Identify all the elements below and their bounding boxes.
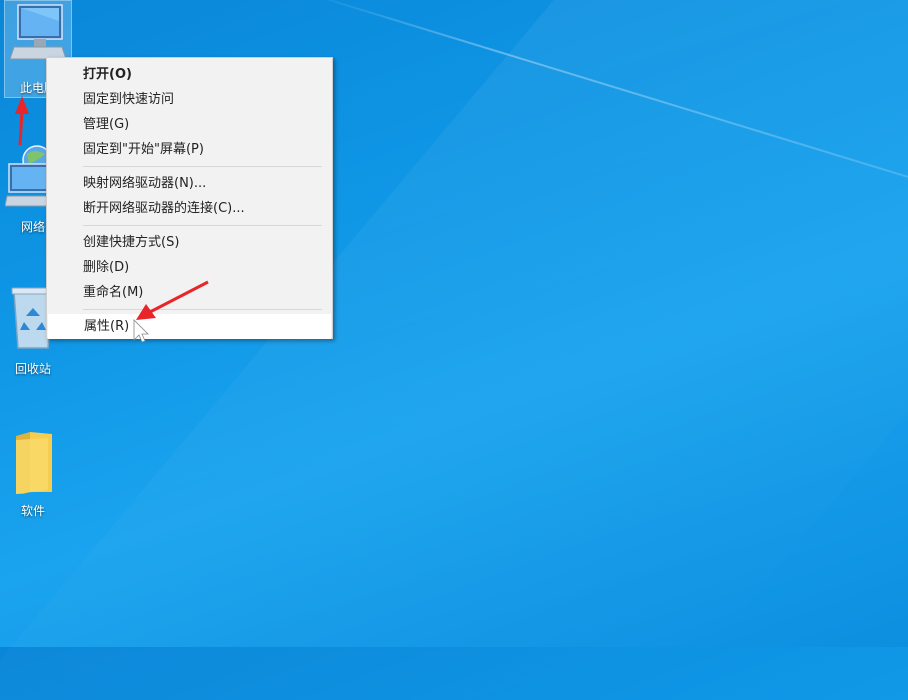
- menu-item-create-shortcut[interactable]: 创建快捷方式(S): [47, 230, 332, 255]
- annotation-arrow-up: [15, 96, 29, 146]
- desktop: 此电脑 网络 回收站 软件 打开(O) 固定到快速访问 管理(G) 固定到"开始…: [0, 0, 908, 700]
- desktop-icon-label: 回收站: [14, 362, 51, 376]
- menu-item-rename[interactable]: 重命名(M): [47, 280, 332, 305]
- menu-item-properties[interactable]: 属性(R): [48, 314, 331, 339]
- computer-icon: [9, 4, 67, 60]
- menu-separator: [83, 225, 322, 226]
- menu-separator: [83, 166, 322, 167]
- desktop-icon-software-folder[interactable]: 软件: [0, 430, 66, 519]
- desktop-icon-label: 软件: [20, 504, 45, 518]
- context-menu: 打开(O) 固定到快速访问 管理(G) 固定到"开始"屏幕(P) 映射网络驱动器…: [46, 57, 333, 339]
- menu-item-manage[interactable]: 管理(G): [47, 112, 332, 137]
- menu-item-pin-quick-access[interactable]: 固定到快速访问: [47, 87, 332, 112]
- menu-item-map-network-drive[interactable]: 映射网络驱动器(N)...: [47, 171, 332, 196]
- menu-item-pin-to-start[interactable]: 固定到"开始"屏幕(P): [47, 137, 332, 162]
- menu-item-delete[interactable]: 删除(D): [47, 255, 332, 280]
- folder-icon: [16, 432, 52, 496]
- menu-item-open[interactable]: 打开(O): [47, 62, 332, 87]
- menu-item-disconnect-network-drive[interactable]: 断开网络驱动器的连接(C)...: [47, 196, 332, 221]
- menu-separator: [83, 309, 322, 310]
